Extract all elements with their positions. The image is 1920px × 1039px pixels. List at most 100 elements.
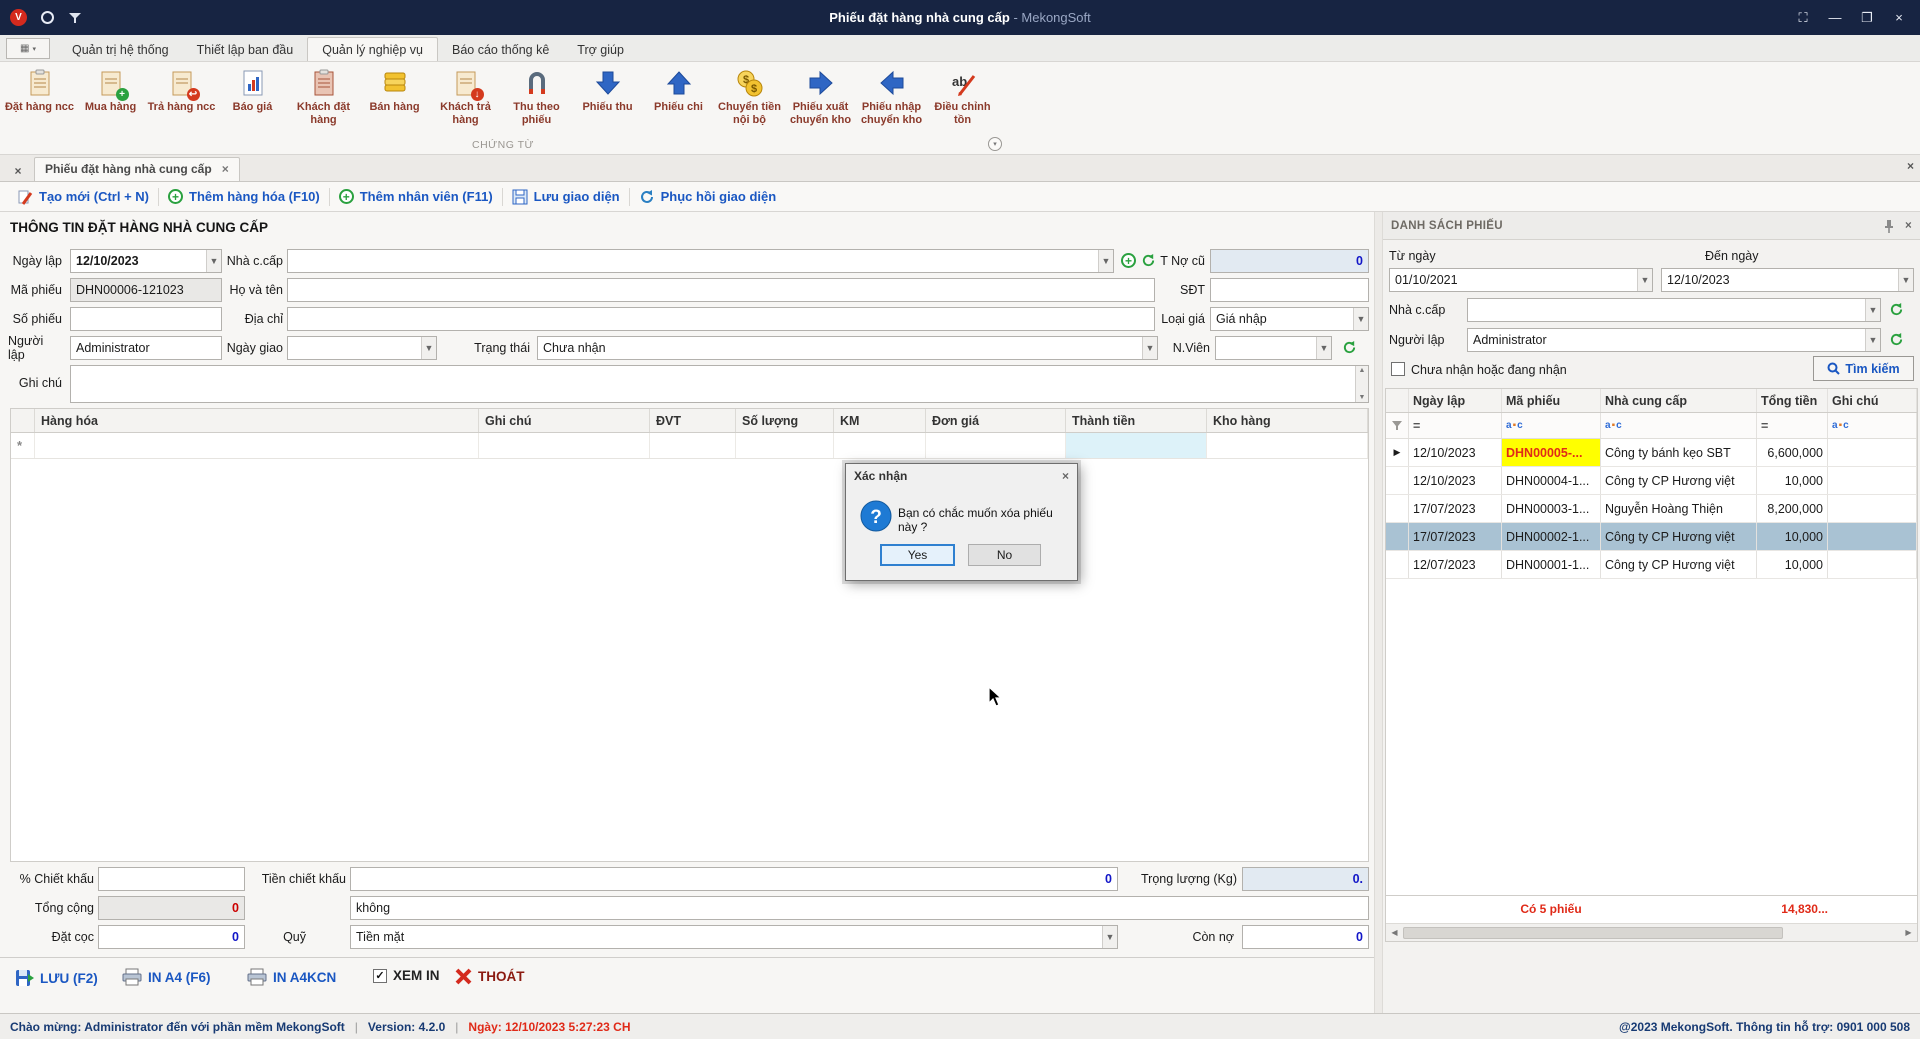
- ribbon-item-tra-hang-ncc[interactable]: ↩ Trả hàng ncc: [146, 65, 217, 137]
- status-filter-checkbox[interactable]: [1391, 362, 1405, 376]
- memo-scrollbar[interactable]: ▲▼: [1355, 366, 1368, 402]
- list-row-selected[interactable]: 17/07/2023 DHN00002-1... Công ty CP Hươn…: [1386, 523, 1917, 551]
- preview-checkbox[interactable]: ✓ XEM IN: [373, 968, 440, 983]
- tu-ngay-combo[interactable]: 01/10/2021▼: [1389, 268, 1653, 292]
- nha-ccap-combo[interactable]: ▼: [287, 249, 1114, 273]
- list-row[interactable]: 17/07/2023 DHN00003-1... Nguyễn Hoàng Th…: [1386, 495, 1917, 523]
- den-ngay-combo[interactable]: 12/10/2023▼: [1661, 268, 1914, 292]
- list-nguoi-lap-label: Người lập: [1389, 328, 1461, 352]
- tab-bao-cao-thong-ke[interactable]: Báo cáo thống kê: [438, 38, 563, 61]
- ribbon-item-phieu-nhap-chuyen-kho[interactable]: Phiếu nhập chuyển kho: [856, 65, 927, 137]
- save-button[interactable]: LƯU (F2): [14, 968, 98, 988]
- print-a4-button[interactable]: IN A4 (F6): [122, 968, 211, 986]
- ribbon-item-khach-tra-hang[interactable]: ↓ Khách trả hàng: [430, 65, 501, 137]
- ngay-giao-combo[interactable]: ▼: [287, 336, 437, 360]
- ribbon-item-phieu-chi[interactable]: Phiếu chi: [643, 65, 714, 137]
- abc-filter-icon: a▪c: [1605, 420, 1622, 431]
- list-row[interactable]: ▶ 12/10/2023 DHN00005-... Công ty bánh k…: [1386, 439, 1917, 467]
- ribbon-item-mua-hang[interactable]: + Mua hàng: [75, 65, 146, 137]
- so-phieu-field[interactable]: [70, 307, 222, 331]
- ribbon-item-chuyen-tien-noi-bo[interactable]: $$ Chuyển tiền nội bộ: [714, 65, 785, 137]
- ribbon-item-thu-theo-phieu[interactable]: Thu theo phiếu: [501, 65, 572, 137]
- list-nguoi-lap-combo[interactable]: Administrator▼: [1467, 328, 1881, 352]
- minimize-button[interactable]: —: [1822, 7, 1848, 29]
- n-vien-combo[interactable]: ▼: [1215, 336, 1332, 360]
- ghi-chu-memo[interactable]: ▲▼: [70, 365, 1369, 403]
- items-grid-new-row[interactable]: *: [11, 433, 1368, 459]
- t-no-cu-field: 0: [1210, 249, 1369, 273]
- scroll-right-icon[interactable]: ▶: [1900, 924, 1917, 941]
- ghi-chu-thanh-toan-field[interactable]: không: [350, 896, 1369, 920]
- restore-layout-button[interactable]: Phục hồi giao diện: [630, 189, 786, 205]
- money-stack-icon: [380, 67, 410, 99]
- dia-chi-field[interactable]: [287, 307, 1155, 331]
- quick-access-filter-icon[interactable]: [68, 12, 82, 24]
- action-bar: Tạo mới (Ctrl + N) + Thêm hàng hóa (F10)…: [0, 182, 1920, 212]
- abc-filter-icon: a▪c: [1832, 420, 1849, 431]
- ribbon-item-phieu-xuat-chuyen-kho[interactable]: Phiếu xuất chuyển kho: [785, 65, 856, 137]
- items-grid: Hàng hóa Ghi chú ĐVT Số lượng KM Đơn giá…: [10, 408, 1369, 862]
- tab-quan-ly-nghiep-vu[interactable]: Quản lý nghiệp vụ: [307, 37, 438, 61]
- refresh-list-user-icon[interactable]: [1889, 332, 1904, 347]
- no-button[interactable]: No: [968, 544, 1041, 566]
- save-layout-button[interactable]: Lưu giao diện: [503, 189, 629, 205]
- print-a4kcn-button[interactable]: IN A4KCN: [247, 968, 336, 986]
- nguoi-lap-field[interactable]: Administrator: [70, 336, 222, 360]
- tab-bar-close-button[interactable]: ×: [1907, 159, 1914, 173]
- scroll-left-icon[interactable]: ◀: [1386, 924, 1403, 941]
- dat-coc-field[interactable]: 0: [98, 925, 245, 949]
- ribbon-item-dieu-chinh-ton[interactable]: ab Điều chỉnh tồn: [927, 65, 998, 137]
- fullscreen-button[interactable]: ⛶: [1790, 7, 1816, 29]
- loai-gia-combo[interactable]: Giá nhập▼: [1210, 307, 1369, 331]
- list-horizontal-scrollbar[interactable]: ◀ ▶: [1386, 923, 1917, 941]
- dialog-title-bar[interactable]: Xác nhận ×: [846, 464, 1077, 488]
- pin-icon[interactable]: [1883, 219, 1895, 233]
- ribbon-item-ban-hang[interactable]: Bán hàng: [359, 65, 430, 137]
- ribbon-item-khach-dat-hang[interactable]: Khách đặt hàng: [288, 65, 359, 137]
- sdt-field[interactable]: [1210, 278, 1369, 302]
- list-row[interactable]: 12/10/2023 DHN00004-1... Công ty CP Hươn…: [1386, 467, 1917, 495]
- search-button[interactable]: Tìm kiếm: [1813, 356, 1914, 381]
- chevron-down-icon: ▼: [1898, 269, 1913, 291]
- scroll-thumb[interactable]: [1403, 927, 1783, 939]
- refresh-employee-icon[interactable]: [1342, 340, 1357, 355]
- list-nha-ccap-combo[interactable]: ▼: [1467, 298, 1881, 322]
- list-row[interactable]: 12/07/2023 DHN00001-1... Công ty CP Hươn…: [1386, 551, 1917, 579]
- ribbon-menu-button[interactable]: ▦ ▾: [6, 38, 50, 59]
- list-panel: DANH SÁCH PHIẾU × Từ ngày Đến ngày 01/10…: [1383, 212, 1920, 1013]
- date-text: Ngày: 12/10/2023 5:27:23 CH: [468, 1020, 630, 1034]
- add-employee-button[interactable]: + Thêm nhân viên (F11): [330, 189, 502, 204]
- dialog-close-icon[interactable]: ×: [1062, 469, 1069, 483]
- document-tab-active[interactable]: Phiếu đặt hàng nhà cung cấp ×: [34, 157, 240, 181]
- ribbon-group-options-button[interactable]: ▾: [988, 137, 1002, 151]
- add-item-button[interactable]: + Thêm hàng hóa (F10): [159, 189, 329, 204]
- panel-splitter[interactable]: [1374, 212, 1383, 1013]
- ho-va-ten-field[interactable]: [287, 278, 1155, 302]
- create-new-button[interactable]: Tạo mới (Ctrl + N): [8, 189, 158, 205]
- quy-combo[interactable]: Tiền mặt▼: [350, 925, 1118, 949]
- maximize-button[interactable]: ❐: [1854, 7, 1880, 29]
- tien-chiet-khau-field[interactable]: 0: [350, 867, 1118, 891]
- list-panel-header: DANH SÁCH PHIẾU ×: [1383, 212, 1920, 240]
- close-button[interactable]: ×: [1886, 7, 1912, 29]
- ribbon-item-bao-gia[interactable]: Báo giá: [217, 65, 288, 137]
- yes-button[interactable]: Yes: [880, 544, 955, 566]
- exit-button[interactable]: THOÁT: [455, 968, 525, 985]
- refresh-list-supplier-icon[interactable]: [1889, 302, 1904, 317]
- tab-close-icon[interactable]: ×: [222, 162, 229, 176]
- chiet-khau-pct-field[interactable]: [98, 867, 245, 891]
- ribbon-item-dat-hang-ncc[interactable]: Đặt hàng ncc: [4, 65, 75, 137]
- dia-chi-label: Địa chỉ: [225, 307, 283, 331]
- tab-thiet-lap-ban-dau[interactable]: Thiết lập ban đầu: [183, 38, 308, 61]
- ngay-lap-combo[interactable]: 12/10/2023▼: [70, 249, 222, 273]
- close-panel-icon[interactable]: ×: [1905, 220, 1912, 232]
- tab-tro-giup[interactable]: Trợ giúp: [563, 38, 638, 61]
- ribbon-item-phieu-thu[interactable]: Phiếu thu: [572, 65, 643, 137]
- tab-quan-tri-he-thong[interactable]: Quản trị hệ thống: [58, 38, 183, 61]
- add-supplier-icon[interactable]: +: [1121, 253, 1136, 268]
- close-all-tabs-button[interactable]: ×: [6, 160, 30, 181]
- trang-thai-combo[interactable]: Chưa nhận▼: [537, 336, 1158, 360]
- app-logo-icon: V: [10, 9, 27, 26]
- ribbon-tab-bar: ▦ ▾ Quản trị hệ thống Thiết lập ban đầu …: [0, 35, 1920, 62]
- list-grid-filter-row[interactable]: = a▪c a▪c = a▪c: [1386, 413, 1917, 439]
